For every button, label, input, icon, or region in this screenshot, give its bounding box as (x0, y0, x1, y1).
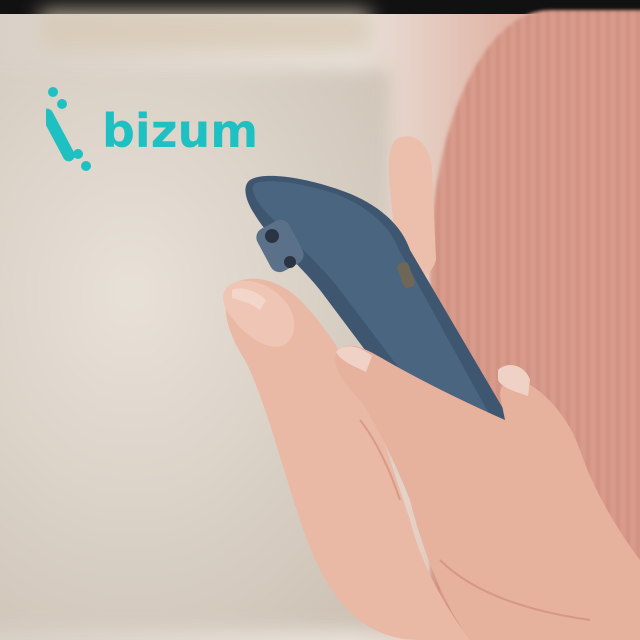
bizum-logo: bizum (46, 82, 258, 172)
photo-scene: bizum (0, 0, 640, 640)
bizum-logo-icon (46, 87, 91, 171)
bizum-logo-text: bizum (102, 104, 259, 158)
